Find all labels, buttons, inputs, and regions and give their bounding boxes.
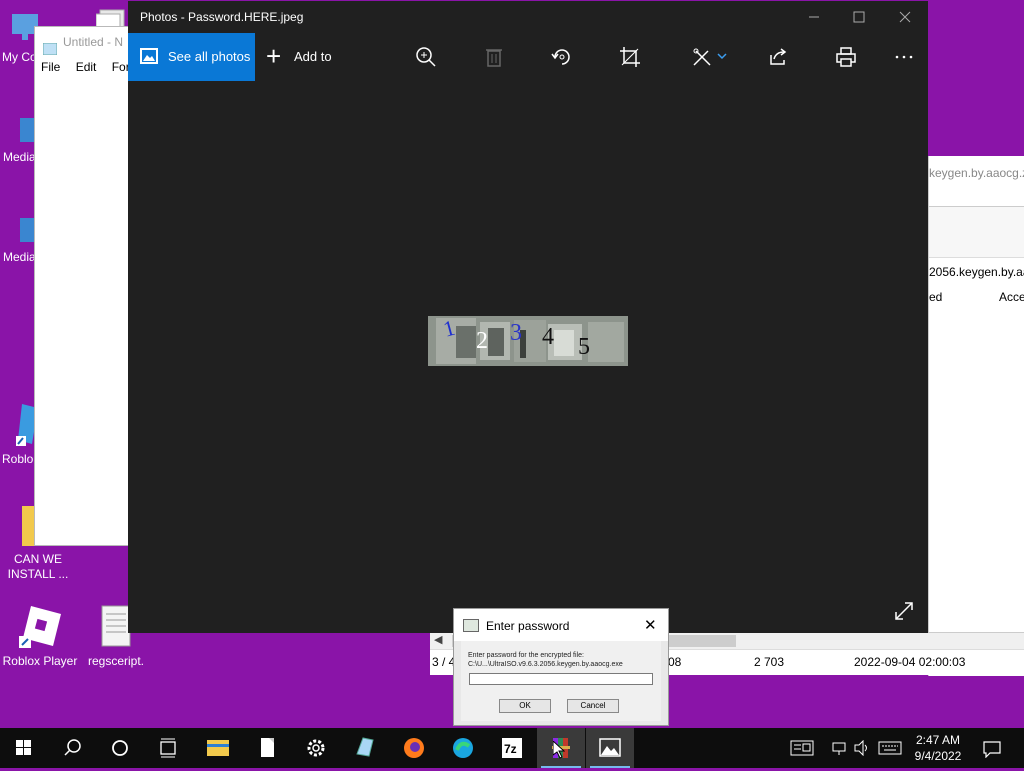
dialog-titlebar[interactable]: Enter password ✕: [454, 609, 668, 641]
notepad-alt-icon[interactable]: [341, 728, 389, 768]
clock-date: 9/4/2022: [914, 749, 962, 763]
archive-window[interactable]: keygen.by.aaocg.z 2056.keygen.by.aa ed A…: [928, 156, 1024, 676]
keyboard-icon[interactable]: [878, 740, 902, 756]
close-button[interactable]: [894, 7, 916, 27]
settings-icon[interactable]: [292, 728, 340, 768]
archive-file-name[interactable]: 2056.keygen.by.aa: [929, 265, 1024, 279]
password-dialog[interactable]: Enter password ✕ Enter password for the …: [453, 608, 669, 726]
password-input[interactable]: [469, 673, 653, 685]
menu-edit[interactable]: Edit: [76, 60, 97, 74]
notification-icon[interactable]: [982, 740, 1002, 759]
delete-icon[interactable]: [482, 45, 506, 69]
column-accessed[interactable]: Acce: [999, 290, 1024, 304]
print-icon[interactable]: [834, 45, 858, 69]
network-icon[interactable]: [830, 740, 848, 756]
dialog-prompt-text: Enter password for the encrypted file:: [468, 652, 584, 659]
status-packed: 2 703: [754, 655, 785, 669]
photos-title: Photos - Password.HERE.jpeg: [140, 10, 304, 24]
volume-icon[interactable]: [853, 739, 871, 757]
chevron-down-icon[interactable]: [716, 45, 728, 69]
file-explorer-icon[interactable]: [194, 728, 242, 768]
rotate-icon[interactable]: [550, 45, 574, 69]
dialog-title: Enter password: [486, 619, 570, 633]
firefox-icon[interactable]: [390, 728, 438, 768]
roblox-player-icon: [17, 604, 63, 650]
plus-icon: +: [266, 41, 282, 71]
notepad-menubar: File Edit Forr: [35, 57, 135, 77]
cortana-icon[interactable]: [96, 728, 144, 768]
zoom-icon[interactable]: [414, 45, 438, 69]
see-all-photos-button[interactable]: See all photos: [128, 33, 255, 81]
desktop-icon-label: Roblox Player: [2, 654, 78, 668]
password-image: 1 2 3 4 5: [428, 315, 628, 366]
news-icon[interactable]: [790, 740, 814, 756]
task-view-icon[interactable]: [144, 728, 192, 768]
captcha-digit-2: 2: [476, 328, 488, 354]
archive-toolbar-area: [929, 206, 1024, 258]
dialog-prompt: Enter password for the encrypted file: C…: [468, 651, 623, 669]
edge-icon[interactable]: [439, 728, 487, 768]
photos-taskbar-icon[interactable]: [586, 728, 634, 768]
clock-time: 2:47 AM: [915, 733, 961, 747]
more-icon[interactable]: [892, 45, 916, 69]
dialog-close-icon[interactable]: ✕: [644, 616, 657, 634]
gallery-icon: [140, 48, 158, 64]
maximize-button[interactable]: [848, 7, 870, 27]
add-to-label: Add to: [294, 49, 332, 64]
notepad-icon: [42, 36, 58, 56]
fullscreen-icon[interactable]: [892, 599, 916, 623]
share-icon[interactable]: [766, 45, 790, 69]
taskbar-clock[interactable]: 2:47 AM 9/4/2022: [906, 732, 970, 764]
start-button[interactable]: [0, 728, 48, 768]
photos-titlebar[interactable]: Photos - Password.HERE.jpeg: [128, 1, 928, 33]
mouse-cursor: [552, 739, 566, 759]
windows-icon: [16, 740, 31, 755]
status-date: 2022-09-04 02:00:03: [854, 655, 966, 669]
photos-window[interactable]: Photos - Password.HERE.jpeg See all phot…: [128, 1, 928, 633]
svg-text:7z: 7z: [504, 742, 517, 756]
captcha-digit-5: 5: [578, 334, 590, 360]
dialog-file-path: C:\U...\UltraISO.v9.6.3.2056.keygen.by.a…: [468, 661, 623, 668]
search-icon[interactable]: [48, 728, 96, 768]
notepad-taskbar-icon[interactable]: [243, 728, 291, 768]
status-page: 3 / 4: [432, 655, 456, 669]
status-size: 08: [668, 655, 682, 669]
column-modified[interactable]: ed: [929, 290, 942, 304]
taskbar: 7z 2:47 AM 9/4/2022: [0, 728, 1024, 768]
notepad-titlebar: Untitled - N: [35, 27, 135, 57]
photos-toolbar: See all photos + Add to: [128, 33, 928, 81]
minimize-button[interactable]: [803, 7, 825, 27]
winrar-icon: [463, 619, 479, 632]
see-all-photos-label: See all photos: [168, 49, 251, 64]
captcha-digit-3: 3: [510, 320, 522, 346]
captcha-digit-4: 4: [542, 324, 554, 350]
menu-file[interactable]: File: [41, 60, 60, 74]
desktop-icon-label: CAN WE INSTALL ...: [7, 552, 69, 581]
cancel-button[interactable]: Cancel: [567, 699, 619, 713]
dialog-body: Enter password for the encrypted file: C…: [461, 641, 661, 721]
notepad-window[interactable]: Untitled - N File Edit Forr: [34, 26, 136, 546]
ok-button[interactable]: OK: [499, 699, 551, 713]
archive-path: keygen.by.aaocg.z: [929, 166, 1024, 180]
scroll-left-icon[interactable]: ◀: [434, 633, 442, 646]
7zip-icon[interactable]: 7z: [488, 728, 536, 768]
desktop-icon-label: regsceript.: [87, 654, 145, 668]
edit-icon[interactable]: [690, 45, 714, 69]
notepad-title: Untitled - N: [63, 35, 124, 49]
desktop-icon-roblox-player[interactable]: Roblox Player: [0, 604, 80, 669]
crop-icon[interactable]: [618, 45, 642, 69]
